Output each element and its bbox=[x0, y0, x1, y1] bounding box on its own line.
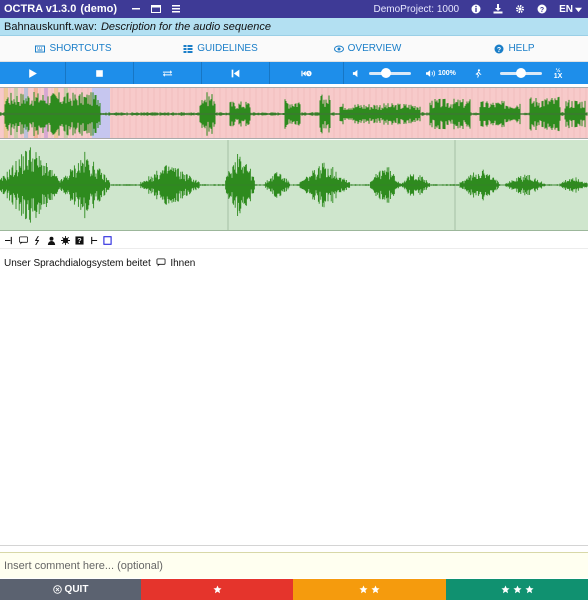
break-marker-icon[interactable] bbox=[4, 236, 14, 246]
zoom-waveform[interactable] bbox=[0, 140, 588, 231]
technical-noise-icon[interactable] bbox=[60, 236, 70, 246]
loop-button[interactable] bbox=[134, 62, 202, 84]
menu-list-icon[interactable] bbox=[171, 4, 181, 14]
volume-icon bbox=[352, 69, 358, 77]
caret-down-icon bbox=[575, 7, 582, 12]
speed-label: 1X bbox=[553, 72, 563, 80]
pause-marker-icon[interactable] bbox=[88, 236, 98, 246]
transcript-text-before: Unser Sprachdialogsystem beitet bbox=[4, 258, 151, 269]
language-label: EN bbox=[559, 3, 573, 15]
guidelines-button[interactable]: GUIDELINES bbox=[147, 36, 294, 61]
play-button[interactable] bbox=[0, 62, 66, 84]
question-circle-icon: ? bbox=[494, 44, 504, 54]
volume-readout: 100% bbox=[422, 62, 466, 84]
top-navbar: OCTRA v1.3.0 (demo) DemoProject: 1000 ? … bbox=[0, 0, 588, 18]
star-icon bbox=[512, 585, 522, 594]
close-circle-icon bbox=[52, 585, 62, 594]
svg-text:?: ? bbox=[540, 7, 544, 14]
overview-waveform[interactable] bbox=[0, 87, 588, 139]
volume-up-icon bbox=[426, 69, 436, 77]
star-icon bbox=[212, 585, 222, 594]
unclear-marker-icon[interactable]: ? bbox=[74, 236, 84, 246]
shortcuts-button[interactable]: SHORTCUTS bbox=[0, 36, 147, 61]
keyboard-icon bbox=[35, 45, 46, 52]
volume-slider-handle[interactable] bbox=[380, 67, 391, 78]
overview-label: OVERVIEW bbox=[347, 43, 402, 54]
audio-description: Description for the audio sequence bbox=[100, 20, 271, 33]
speaker-marker-icon[interactable] bbox=[46, 236, 56, 246]
speed-slider[interactable] bbox=[500, 67, 542, 78]
noise-marker-icon[interactable] bbox=[32, 236, 42, 246]
overview-waveform-canvas[interactable] bbox=[0, 88, 588, 139]
step-backward-button[interactable] bbox=[202, 62, 270, 84]
overview-button[interactable]: OVERVIEW bbox=[294, 36, 441, 61]
svg-text:?: ? bbox=[77, 236, 81, 245]
star-icon bbox=[524, 585, 534, 594]
marker-toolbar: ? bbox=[0, 233, 588, 249]
project-label: DemoProject: 1000 bbox=[373, 3, 460, 15]
backward-time-icon bbox=[301, 70, 312, 76]
speech-bubble-icon[interactable] bbox=[156, 258, 166, 267]
gear-icon[interactable] bbox=[515, 4, 525, 14]
volume-control[interactable] bbox=[344, 62, 422, 84]
stop-icon bbox=[96, 69, 103, 77]
speed-icon-wrap bbox=[466, 62, 496, 84]
step-backward-icon bbox=[231, 69, 240, 77]
guidelines-label: GUIDELINES bbox=[197, 43, 258, 54]
help-label: HELP bbox=[508, 43, 535, 54]
stop-button[interactable] bbox=[66, 62, 134, 84]
comment-bar bbox=[0, 552, 588, 578]
transcript-editor[interactable]: Unser Sprachdialogsystem beitet Ihnen bbox=[0, 252, 588, 546]
minimize-icon[interactable] bbox=[131, 4, 141, 14]
rating-ok-button[interactable] bbox=[293, 579, 446, 600]
star-icon bbox=[359, 585, 368, 594]
eye-icon bbox=[333, 45, 344, 52]
segment-box-icon[interactable] bbox=[102, 236, 112, 246]
backward-time-button[interactable] bbox=[270, 62, 344, 84]
play-icon bbox=[29, 68, 37, 78]
speed-control[interactable] bbox=[496, 62, 548, 84]
quit-button[interactable]: QUIT bbox=[0, 579, 141, 600]
help-button[interactable]: ? HELP bbox=[441, 36, 588, 61]
shortcuts-label: SHORTCUTS bbox=[49, 43, 112, 54]
rating-footer: QUIT bbox=[0, 579, 588, 600]
language-selector[interactable]: EN bbox=[559, 4, 582, 15]
transcript-text-after: Ihnen bbox=[170, 258, 196, 269]
download-icon[interactable] bbox=[493, 4, 503, 14]
star-icon bbox=[371, 585, 380, 594]
help-icon[interactable]: ? bbox=[537, 4, 547, 14]
window-icon[interactable] bbox=[151, 4, 162, 14]
zoom-waveform-canvas[interactable] bbox=[0, 140, 588, 231]
rating-good-button[interactable] bbox=[446, 579, 588, 600]
speed-readout: ½ 1X bbox=[548, 62, 568, 84]
audio-toolbar: 100% ½ 1X bbox=[0, 62, 588, 84]
demo-label: (demo) bbox=[80, 3, 118, 15]
rating-bad-button[interactable] bbox=[141, 579, 293, 600]
svg-text:?: ? bbox=[497, 47, 501, 54]
volume-percent: 100% bbox=[438, 69, 456, 77]
star-icon bbox=[500, 585, 510, 594]
speech-bubble-icon[interactable] bbox=[18, 236, 28, 246]
speed-ratio-icon: ½ bbox=[556, 67, 561, 73]
app-title: OCTRA v1.3.0 bbox=[4, 3, 77, 15]
comment-input[interactable] bbox=[4, 559, 588, 572]
quit-label: QUIT bbox=[64, 584, 89, 595]
tool-menu: SHORTCUTS GUIDELINES OVERVIEW ? HELP bbox=[0, 36, 588, 62]
audio-filename: Bahnauskunft.wav: bbox=[4, 20, 97, 33]
grid-list-icon bbox=[183, 44, 193, 53]
repeat-icon bbox=[162, 69, 173, 77]
speed-slider-handle[interactable] bbox=[516, 67, 526, 78]
volume-slider[interactable] bbox=[369, 67, 411, 78]
file-info-bar: Bahnauskunft.wav: Description for the au… bbox=[0, 18, 588, 36]
info-icon[interactable] bbox=[471, 4, 481, 14]
walking-icon bbox=[475, 68, 482, 78]
app-brand: OCTRA v1.3.0 (demo) bbox=[0, 3, 117, 15]
